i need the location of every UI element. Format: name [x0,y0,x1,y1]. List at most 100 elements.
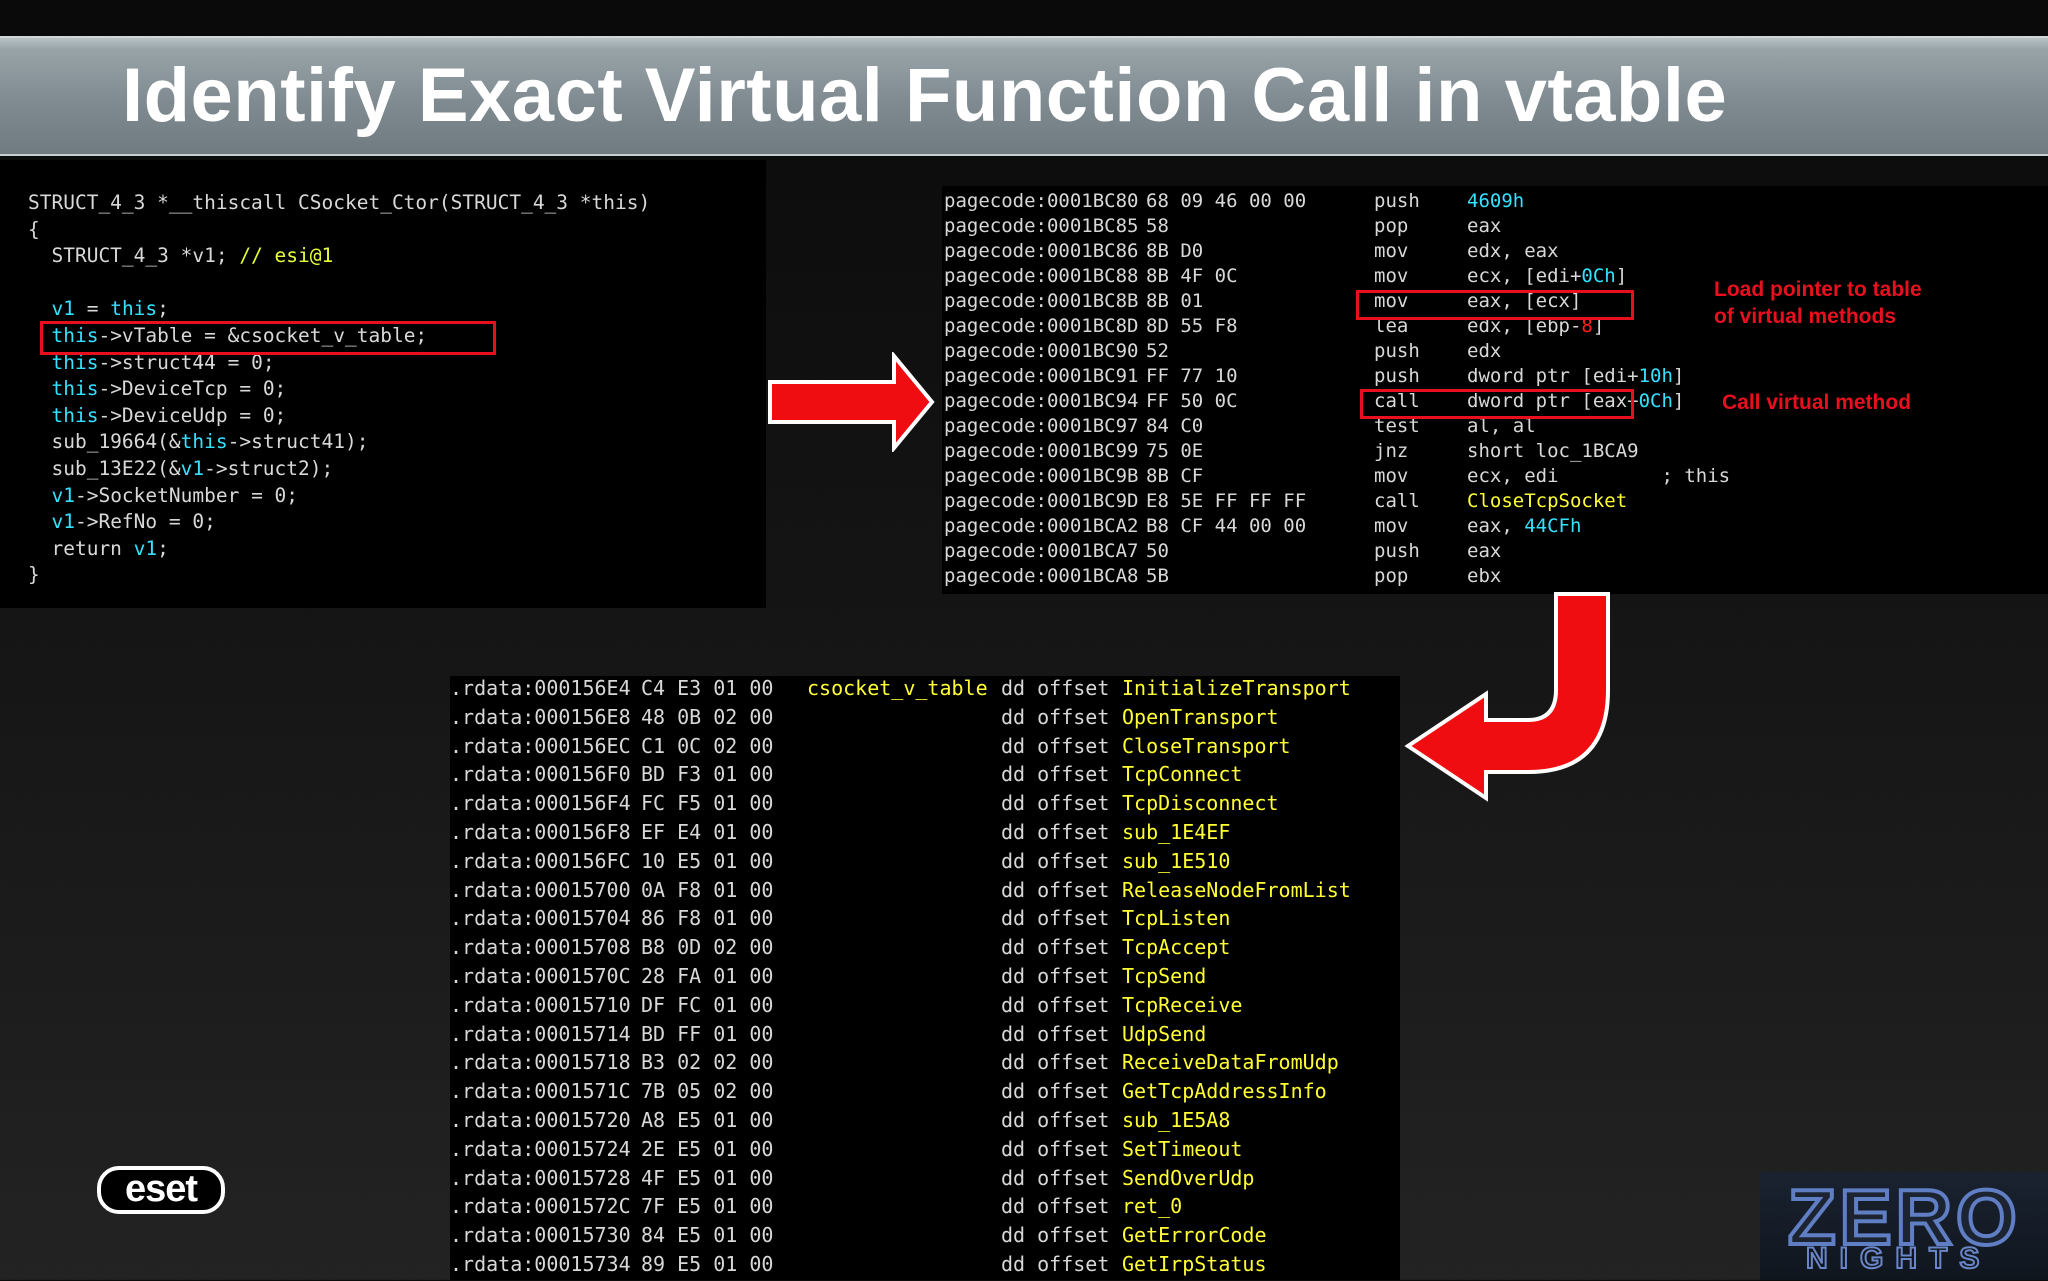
title-bar: Identify Exact Virtual Function Call in … [0,36,2048,156]
vtable-row: .rdata:00015718 B3 02 02 00 dd offset Recei… [450,1050,1400,1079]
mov-eax-ecx-highlight [1356,290,1634,320]
disasm-row: pagecode:0001BC9B 8B CF mov ecx, edi ; this [944,465,2044,490]
vtable-address: .rdata:00015718 [450,1050,631,1075]
disasm-address: pagecode:0001BCA2 [944,515,1139,537]
operand-token: ecx, [edi+ [1467,265,1582,287]
disasm-address: pagecode:0001BCA7 [944,540,1139,562]
vtable-target: SetTimeout [1122,1136,1243,1161]
code-line: v1->RefNo = 0; [28,509,650,536]
disasm-mnemonic: push [1374,540,1420,562]
code-token: v1 [180,456,205,480]
load-pointer-annotation: Load pointer to table of virtual methods [1714,276,1922,330]
vtable-row: .rdata:00015700 0A F8 01 00 dd offset Relea… [450,878,1400,907]
vtable-directive: dd offset [1001,733,1110,758]
vtable-target: sub_1E5A8 [1122,1108,1231,1132]
disasm-operands: edx [1467,340,1501,362]
disasm-mnemonic: call [1374,490,1420,512]
disasm-mnemonic: push [1374,340,1420,362]
disasm-bytes: 8B CF [1146,465,1204,487]
disasm-bytes: 52 [1146,340,1169,362]
disasm-operands: ecx, edi ; this [1467,465,1730,487]
vtable-address: .rdata:000156FC [450,848,631,873]
vtable-directive: dd offset [1001,1136,1110,1161]
zeronights-logo: ZERO NIGHTS [1760,1171,2048,1280]
vtable-bytes: 4F E5 01 00 [641,1165,774,1190]
vtable-target: CloseTransport [1122,733,1291,758]
disasm-operands: edx, eax [1467,240,1559,262]
operand-token: short loc_1BCA9 [1467,440,1639,462]
vtable-bytes: 7B 05 02 00 [641,1079,774,1104]
vtable-directive: dd offset [1001,1252,1110,1276]
vtable-directive: dd offset [1001,992,1110,1017]
operand-token: 10h [1638,365,1673,387]
code-token: ->DeviceTcp = 0; [98,377,287,401]
vtable-target: sub_1E4EF [1122,820,1231,844]
vtable-row: .rdata:00015710 DF FC 01 00 dd offset TcpRe… [450,993,1400,1022]
operand-token: 44CFh [1524,515,1582,537]
disasm-address: pagecode:0001BC80 [944,190,1139,212]
operand-token: ebx [1467,565,1502,587]
vtable-bytes: C1 0C 02 00 [641,733,774,758]
disasm-operands: ebx [1467,565,1501,587]
decompiled-code-panel: STRUCT_4_3 *__thiscall CSocket_Ctor(STRU… [0,160,766,608]
load-pointer-line-1: Load pointer to table [1714,278,1922,301]
disasm-address: pagecode:0001BC8B [944,290,1139,312]
right-arrow-icon [768,352,935,452]
disasm-operands: eax, 44CFh [1467,515,1581,537]
disasm-bytes: 75 0E [1146,440,1204,462]
vtable-target: TcpListen [1122,906,1231,931]
vtable-bytes: EF E4 01 00 [641,820,774,844]
disasm-mnemonic: mov [1374,465,1409,487]
vtable-address: .rdata:00015708 [450,935,631,960]
code-line: sub_19664(&this->struct41); [28,429,650,456]
disasm-row: pagecode:0001BC90 52 push edx [944,340,2044,365]
vtable-target: TcpAccept [1122,935,1231,960]
disasm-bytes: 8B D0 [1146,240,1204,262]
vtable-directive: dd offset [1001,1108,1110,1132]
code-line: this->DeviceTcp = 0; [28,376,650,403]
disasm-mnemonic: jnz [1374,440,1409,462]
vtable-directive: dd offset [1001,1165,1110,1190]
vtable-label: csocket_v_table [807,676,988,700]
vtable-address: .rdata:0001570C [450,964,631,988]
vtable-target: SendOverUdp [1122,1165,1255,1190]
code-token: ->RefNo = 0; [74,510,216,534]
vtable-row: .rdata:0001570C 28 FA 01 00 dd offset TcpSe… [450,964,1400,993]
vtable-panel: .rdata:000156E4 C4 E3 01 00 csocket_v_tabl… [450,676,1400,1280]
vtable-bytes: 2E E5 01 00 [641,1136,774,1161]
disasm-row: pagecode:0001BC86 8B D0 mov edx, eax [944,240,2044,265]
vtable-assignment-highlight [40,321,496,355]
operand-token: eax, [1467,515,1525,537]
disasm-address: pagecode:0001BC91 [944,365,1139,387]
code-token: this [180,430,228,454]
vtable-address: .rdata:00015700 [450,877,631,902]
vtable-target: GetTcpAddressInfo [1122,1079,1327,1104]
code-line: v1->SocketNumber = 0; [28,483,650,510]
disasm-address: pagecode:0001BC9B [944,465,1139,487]
decompiled-code: STRUCT_4_3 *__thiscall CSocket_Ctor(STRU… [28,190,650,589]
vtable-directive: dd offset [1001,964,1110,988]
code-line: { [28,217,650,244]
vtable-target: TcpConnect [1122,762,1243,787]
vtable-bytes: 0A F8 01 00 [641,877,774,902]
vtable-row: .rdata:000156FC 10 E5 01 00 dd offset sub_1… [450,849,1400,878]
operand-token: 0Ch [1581,265,1616,287]
disasm-bytes: 8B 01 [1146,290,1204,312]
vtable-address: .rdata:000156F4 [450,791,631,816]
code-token: STRUCT_4_3 *__thiscall CSocket_Ctor(STRU… [28,191,651,214]
operand-token: edx [1467,340,1502,362]
code-token: ; [157,297,169,321]
code-token: this [51,403,99,427]
vtable-target: TcpDisconnect [1122,791,1279,816]
disasm-address: pagecode:0001BC88 [944,265,1139,287]
disasm-address: pagecode:0001BC90 [944,340,1139,362]
code-line: return v1; [28,536,650,563]
disasm-address: pagecode:0001BC9D [944,490,1139,512]
disasm-operands: 4609h [1467,190,1524,212]
vtable-target: TcpSend [1122,964,1207,988]
vtable-directive: dd offset [1001,762,1110,787]
